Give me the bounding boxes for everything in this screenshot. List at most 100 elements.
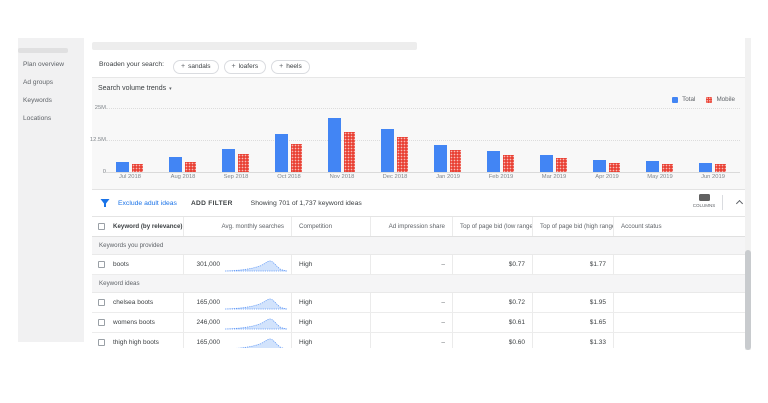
table-section-row-keywords-you-provided: Keywords you provided	[92, 237, 751, 255]
caret-down-icon: ▾	[169, 86, 172, 92]
trend-sparkline	[227, 338, 287, 348]
competition-cell: High	[291, 293, 370, 312]
chart-gridline	[106, 140, 740, 141]
sidebar-item-plan-overview[interactable]: Plan overview	[23, 56, 84, 74]
mobile-bar-jun-2019	[715, 164, 726, 172]
bid-low-cell: $0.77	[452, 255, 532, 274]
table-header-row: Keyword (by relevance)↓ Avg. monthly sear…	[92, 217, 751, 237]
x-axis-label: Mar 2019	[541, 174, 567, 180]
ad-impression-share-value: –	[441, 319, 445, 326]
columns-button[interactable]: COLUMNS	[692, 194, 716, 208]
x-axis-label: May 2019	[647, 174, 673, 180]
mobile-bar-oct-2018	[291, 143, 302, 172]
sidebar-item-label: Keywords	[23, 97, 52, 104]
ad-impression-share-value: –	[441, 261, 445, 268]
legend-label: Total	[682, 96, 696, 103]
chip-label: heels	[286, 63, 302, 71]
chart-gridline	[106, 108, 740, 109]
scrollbar-thumb[interactable]	[745, 250, 751, 350]
table-row-womens-boots: womens boots 246,000 High – $0.61 $1.65	[92, 313, 751, 333]
avg-monthly-searches-cell: 165,000	[183, 293, 291, 312]
x-axis-label: Jan 2019	[436, 174, 460, 180]
trend-sparkline	[224, 260, 288, 271]
competition-cell: High	[291, 255, 370, 274]
keyword-cell: thigh high boots	[92, 333, 183, 348]
mobile-bar-may-2019	[662, 163, 673, 172]
column-header-top-of-page-bid-high-range[interactable]: Top of page bid (high range)	[532, 217, 613, 236]
mobile-bar-jan-2019	[450, 150, 461, 172]
account-status-cell	[613, 255, 751, 274]
total-bar-aug-2018	[169, 157, 182, 172]
broaden-search-label: Broaden your search:	[99, 61, 164, 68]
avg-monthly-searches-value: 165,000	[196, 299, 221, 306]
x-axis-label: Jun 2019	[701, 174, 725, 180]
column-header-label: Avg. monthly searches	[221, 223, 284, 230]
column-header-top-of-page-bid-low-range[interactable]: Top of page bid (low range)	[452, 217, 532, 236]
avg-monthly-searches-value: 246,000	[196, 319, 221, 326]
broaden-search-bar: Broaden your search: + sandals + loafers + he…	[92, 52, 751, 78]
broaden-chip-loafers[interactable]: + loafers	[223, 59, 267, 74]
column-header-ad-impression-share[interactable]: Ad impression share	[370, 217, 452, 236]
column-header-label: Top of page bid (high range)	[540, 223, 613, 230]
sidebar-items: Plan overview Ad groups Keywords Locations	[23, 56, 84, 128]
avg-monthly-searches-cell: 301,000	[183, 255, 291, 274]
total-bar-jun-2019	[699, 162, 712, 172]
total-bar-sep-2018	[222, 149, 235, 172]
sidebar-item-keywords[interactable]: Keywords	[23, 92, 84, 110]
column-header-account-status[interactable]: Account status	[613, 217, 751, 236]
trend-sparkline	[224, 318, 288, 329]
keyword-label: thigh high boots	[113, 339, 159, 346]
chart-title-label: Search volume trends	[98, 85, 167, 92]
x-axis-label: Aug 2018	[170, 174, 196, 180]
row-checkbox[interactable]	[98, 319, 105, 326]
sidebar-skeleton-bar	[18, 48, 68, 53]
avg-monthly-searches-cell: 246,000	[183, 313, 291, 332]
y-axis-label: 12.5M	[89, 137, 106, 143]
ad-impression-share-cell: –	[370, 255, 452, 274]
ad-impression-share-cell: –	[370, 313, 452, 332]
x-axis-label: Sep 2018	[223, 174, 249, 180]
sidebar-item-label: Ad groups	[23, 79, 54, 86]
search-volume-panel: Search volume trends ▾ Total Mobile 25M 12…	[90, 78, 751, 190]
competition-cell: High	[291, 313, 370, 332]
row-checkbox[interactable]	[98, 299, 105, 306]
column-header-avg-monthly-searches[interactable]: Avg. monthly searches	[183, 217, 291, 236]
column-header-label: Ad impression share	[388, 223, 445, 230]
add-filter-button[interactable]: ADD FILTER	[191, 200, 233, 207]
exclude-adult-ideas-link[interactable]: Exclude adult ideas	[118, 200, 177, 207]
keyword-table: Keyword (by relevance)↓ Avg. monthly sear…	[92, 217, 751, 348]
mobile-bar-feb-2019	[503, 155, 514, 172]
columns-icon	[698, 194, 710, 201]
x-axis-label: Feb 2019	[488, 174, 514, 180]
avg-monthly-searches-value: 165,000	[196, 339, 221, 346]
x-axis-label: Nov 2018	[329, 174, 355, 180]
legend-label: Mobile	[716, 96, 735, 103]
table-row-chelsea-boots: chelsea boots 165,000 High – $0.72 $1.95	[92, 293, 751, 313]
plus-icon: +	[279, 63, 284, 71]
column-header-keyword-by-relevance[interactable]: Keyword (by relevance)↓	[92, 217, 183, 236]
total-bar-oct-2018	[275, 134, 288, 172]
row-checkbox[interactable]	[98, 339, 105, 346]
ad-impression-share-value: –	[441, 299, 445, 306]
ad-impression-share-cell: –	[370, 293, 452, 312]
competition-cell: High	[291, 333, 370, 348]
column-header-competition[interactable]: Competition	[291, 217, 370, 236]
account-status-cell	[613, 333, 751, 348]
sidebar-item-locations[interactable]: Locations	[23, 110, 84, 128]
total-bar-may-2019	[646, 161, 659, 172]
column-header-label: Top of page bid (low range)	[460, 223, 532, 230]
total-bar-dec-2018	[381, 129, 394, 172]
bid-high-cell: $1.33	[532, 333, 613, 348]
broaden-chip-sandals[interactable]: + sandals	[173, 59, 219, 74]
search-volume-trends-dropdown[interactable]: Search volume trends ▾	[98, 85, 172, 92]
row-checkbox[interactable]	[98, 261, 105, 268]
column-header-label: Competition	[299, 223, 333, 230]
total-bar-feb-2019	[487, 151, 500, 172]
table-row-thigh-high-boots: thigh high boots 165,000 High – $0.60 $1.33	[92, 333, 751, 348]
broaden-chip-heels[interactable]: + heels	[271, 59, 310, 74]
sidebar-item-ad-groups[interactable]: Ad groups	[23, 74, 84, 92]
divider	[722, 195, 723, 210]
collapse-panel-button[interactable]	[733, 198, 745, 210]
chip-label: sandals	[188, 63, 211, 71]
select-all-checkbox[interactable]	[98, 223, 105, 230]
